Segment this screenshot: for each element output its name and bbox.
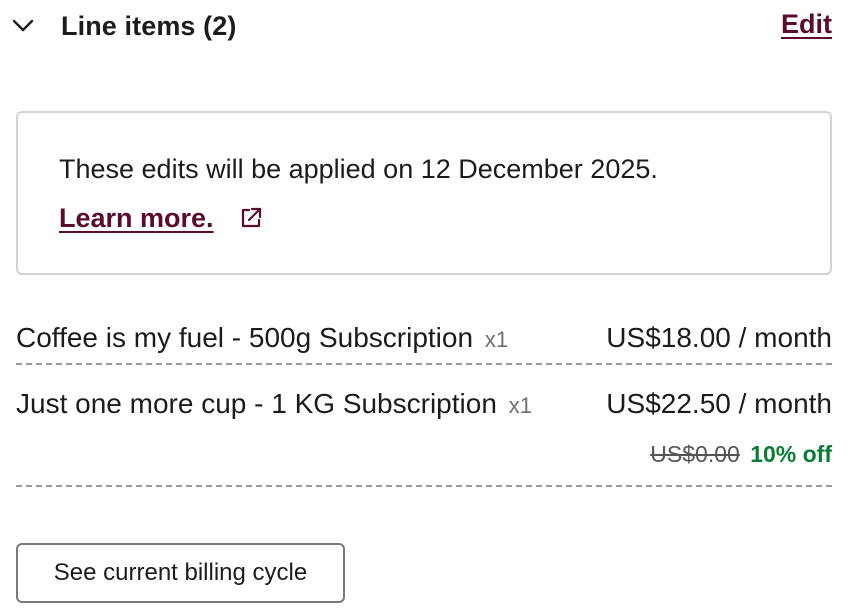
- external-link-icon[interactable]: [238, 205, 264, 231]
- line-item-price: US$18.00 / month: [606, 322, 832, 353]
- section-title: Line items (2): [61, 11, 237, 41]
- line-item: Just one more cup - 1 KG Subscription x1…: [16, 384, 832, 487]
- line-item-name: Coffee is my fuel - 500g Subscription x1: [16, 322, 508, 356]
- see-current-billing-cycle-button[interactable]: See current billing cycle: [16, 543, 345, 603]
- line-item-quantity: x1: [484, 327, 509, 352]
- notice-text: These edits will be applied on 12 Decemb…: [59, 154, 658, 184]
- line-item-price: US$22.50 / month: [606, 388, 832, 419]
- line-item-title: Coffee is my fuel - 500g Subscription: [16, 322, 474, 353]
- line-item-quantity: x1: [508, 393, 532, 418]
- edit-link[interactable]: Edit: [781, 8, 832, 40]
- discount-badge: 10% off: [750, 441, 832, 467]
- discount-row: US$0.00 10% off: [650, 440, 832, 468]
- original-price: US$0.00: [650, 441, 740, 467]
- learn-more-link[interactable]: Learn more.: [59, 202, 214, 234]
- line-item: Coffee is my fuel - 500g Subscription x1…: [16, 318, 832, 365]
- line-items-header: Line items (2) Edit: [0, 0, 856, 54]
- chevron-down-icon[interactable]: [11, 14, 35, 38]
- line-item-name: Just one more cup - 1 KG Subscription x1: [16, 388, 532, 422]
- line-item-title: Just one more cup - 1 KG Subscription: [16, 388, 497, 419]
- edit-notice-box: These edits will be applied on 12 Decemb…: [16, 111, 832, 275]
